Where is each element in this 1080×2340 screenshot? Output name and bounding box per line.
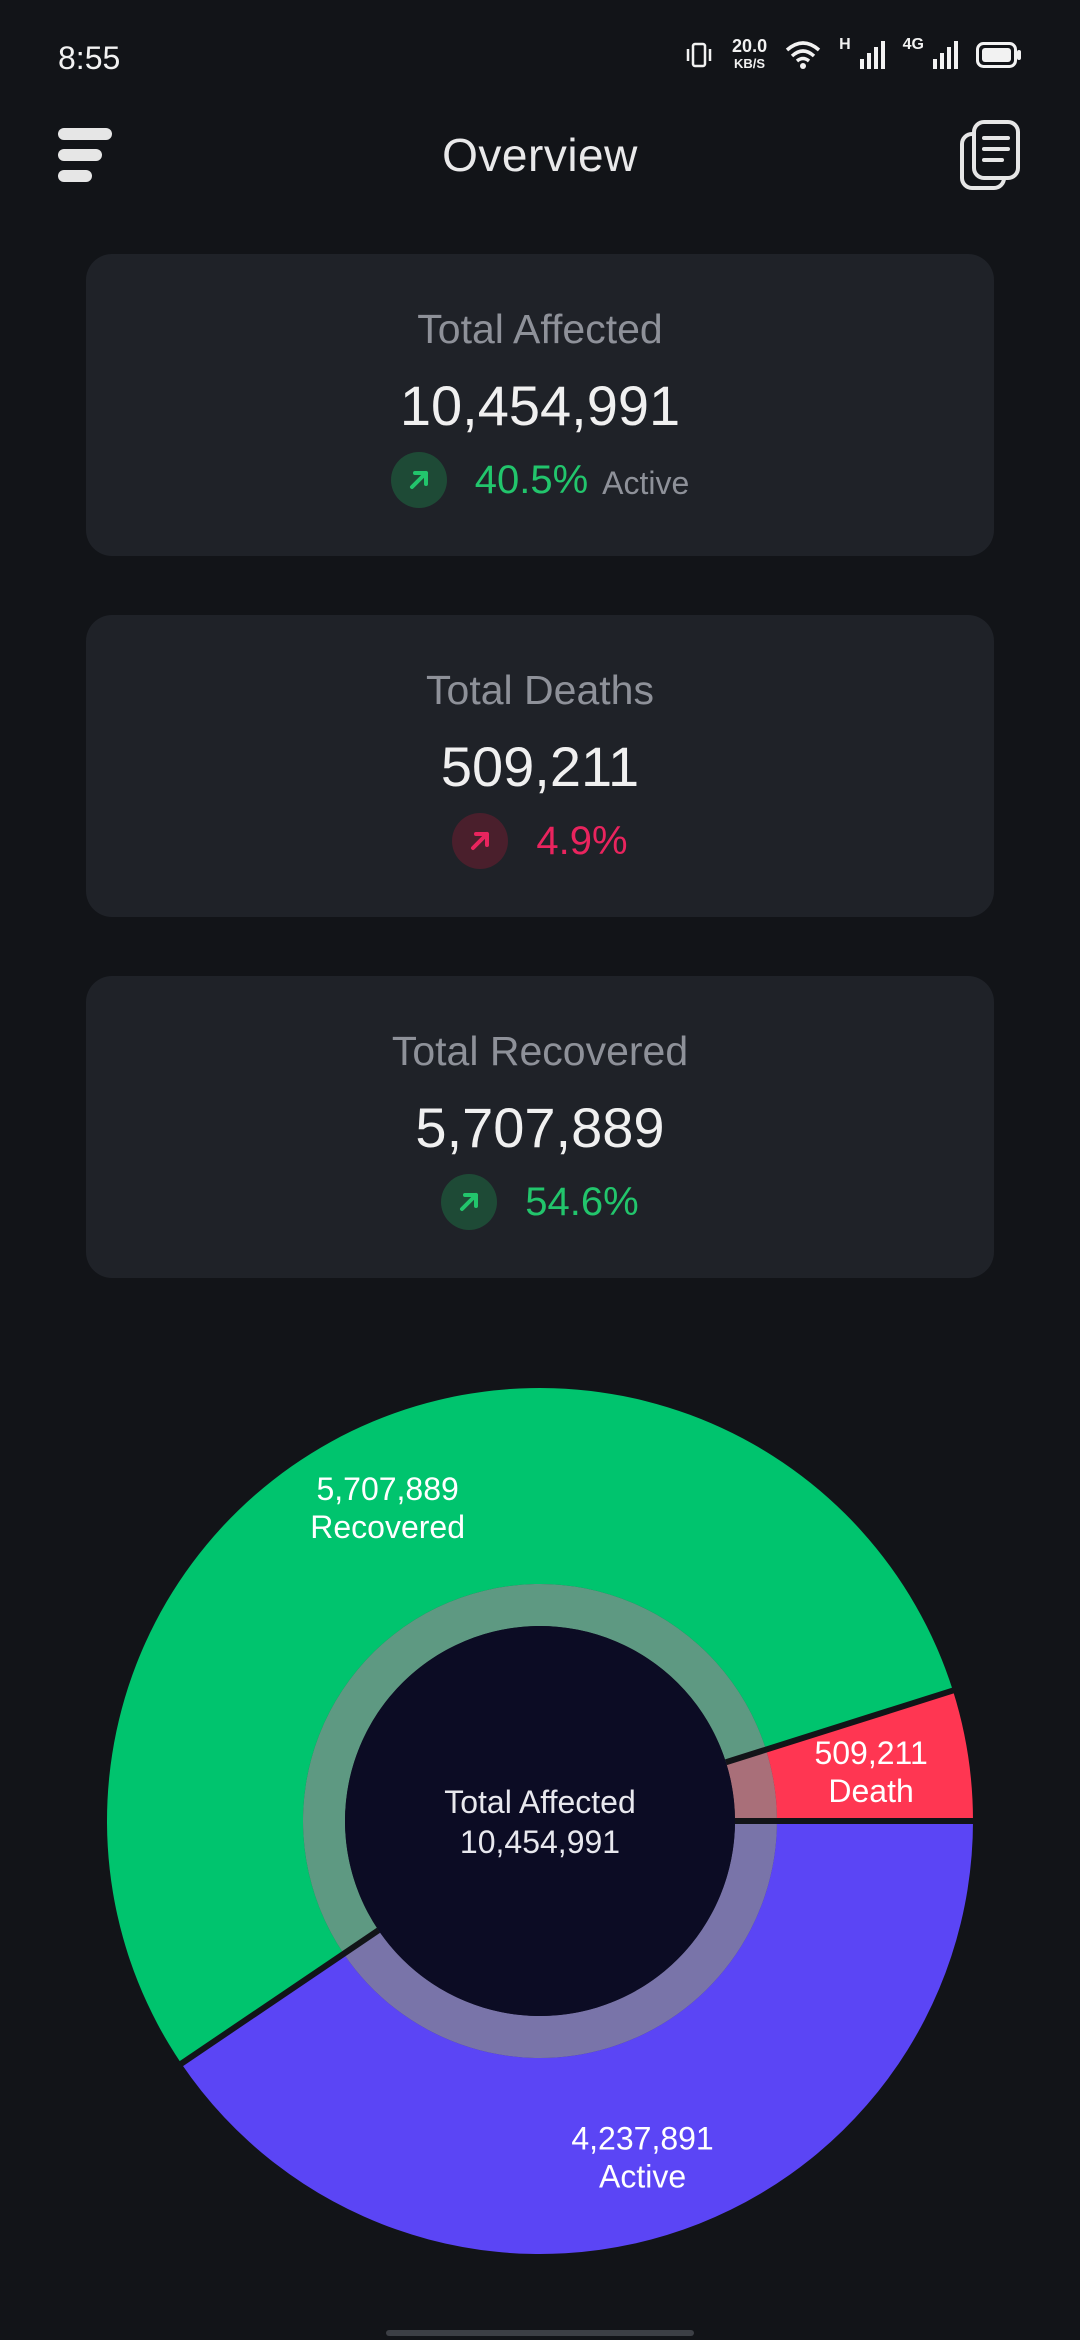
slice-value-label: 4,237,891 <box>571 2121 713 2157</box>
slice-name-label: Death <box>828 1773 913 1809</box>
card-label: Total Affected <box>417 306 663 352</box>
net-speed-unit: KB/S <box>734 56 766 71</box>
center-title: Total Affected <box>444 1784 636 1820</box>
status-time: 8:55 <box>58 39 121 76</box>
page-title: Overview <box>442 129 638 181</box>
net-speed-value: 20.0 <box>732 36 768 56</box>
card-stat: 40.5% Active <box>390 452 690 508</box>
card-stat: 54.6% <box>441 1174 639 1230</box>
card-total-recovered[interactable]: Total Recovered 5,707,889 54.6% <box>86 976 994 1278</box>
document-icon <box>960 120 1020 190</box>
signal-icon <box>859 41 885 69</box>
donut-chart-svg: 4,237,891Active 5,707,889Recovered 509,211… <box>107 1388 975 2254</box>
wifi-icon <box>785 41 821 69</box>
status-bar: 8:55 20.0 KB/S H 4G <box>0 0 1080 110</box>
slice-value-label: 509,211 <box>814 1735 927 1771</box>
trend-up-icon <box>441 1174 498 1230</box>
menu-button[interactable] <box>56 124 116 186</box>
home-indicator[interactable] <box>386 2330 694 2336</box>
card-percent: 40.5% <box>474 457 589 502</box>
card-value: 10,454,991 <box>399 374 681 437</box>
report-button[interactable] <box>958 118 1024 192</box>
center-value: 10,454,991 <box>460 1824 620 1860</box>
trend-up-icon <box>452 813 509 869</box>
sim1-label: H <box>839 36 851 53</box>
card-stat: 4.9% <box>452 813 628 869</box>
card-percent: 54.6% <box>525 1179 639 1224</box>
slice-name-label: Recovered <box>310 1509 465 1545</box>
card-label: Total Recovered <box>391 1028 689 1074</box>
sim2-label: 4G <box>902 36 924 53</box>
card-label: Total Deaths <box>426 667 654 713</box>
card-suffix: Active <box>602 464 690 501</box>
signal-4g-icon <box>933 41 958 69</box>
slice-name-label: Active <box>599 2159 686 2195</box>
donut-chart: 4,237,891 Active 5,707,889 Recovered 509,211… <box>0 1380 1080 2280</box>
card-total-affected[interactable]: Total Affected 10,454,991 40.5% Active <box>86 254 994 556</box>
battery-icon <box>976 42 1021 68</box>
card-value: 509,211 <box>440 735 640 798</box>
card-total-deaths[interactable]: Total Deaths 509,211 4.9% <box>86 615 994 917</box>
app-bar: Overview <box>0 110 1080 200</box>
card-value: 5,707,889 <box>415 1096 665 1159</box>
status-icons: 20.0 KB/S H 4G <box>684 36 1022 73</box>
card-percent: 4.9% <box>536 818 628 863</box>
trend-up-icon <box>390 452 447 508</box>
net-speed: 20.0 KB/S <box>732 37 767 73</box>
menu-icon <box>58 128 112 182</box>
vibrate-icon <box>686 42 712 68</box>
donut-center <box>345 1626 735 2016</box>
slice-value-label: 5,707,889 <box>316 1471 458 1507</box>
